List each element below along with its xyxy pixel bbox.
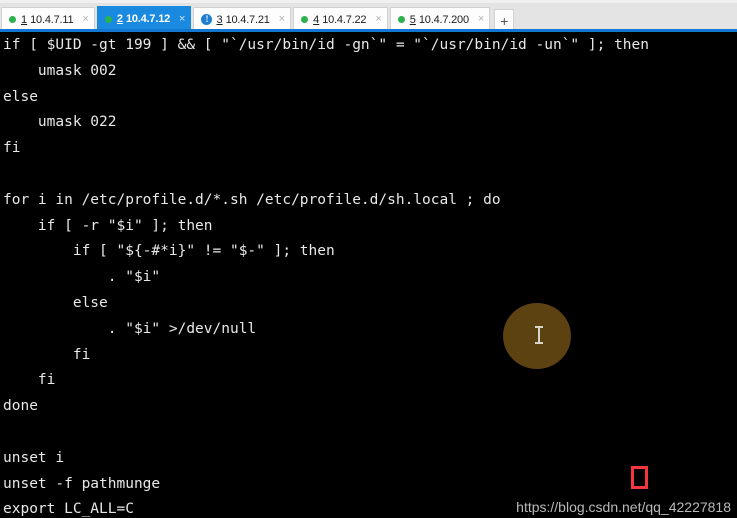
terminal-line: for i in /etc/profile.d/*.sh /etc/profil… [3, 191, 501, 208]
tab-host-label: 10.4.7.12 [125, 13, 171, 25]
tab-10.4.7.12[interactable]: 2 10.4.7.12 × [96, 6, 192, 31]
terminal-line: umask 022 [3, 114, 117, 131]
terminal-line: if [ $UID -gt 199 ] && [ "`/usr/bin/id -… [3, 37, 650, 53]
tab-index-label: 4 [313, 13, 320, 26]
tab-host-label: 10.4.7.11 [30, 13, 74, 26]
terminal-line: fi [3, 140, 21, 157]
tab-host-label: 10.4.7.22 [322, 13, 367, 26]
status-dot-icon [301, 16, 309, 23]
tab-index-label: 2 [116, 13, 123, 25]
tab-close-icon[interactable]: × [82, 14, 88, 25]
terminal-line: umask 002 [3, 62, 117, 79]
terminal-line: unset i [3, 449, 65, 466]
terminal-line: fi [3, 372, 56, 389]
tab-close-icon[interactable]: × [478, 14, 484, 25]
tab-10.4.7.11[interactable]: 1 10.4.7.11 × [1, 7, 95, 31]
tab-10.4.7.22[interactable]: 4 10.4.7.22 × [293, 7, 388, 31]
tab-host-label: 10.4.7.21 [225, 13, 270, 26]
terminal-line: done [3, 398, 38, 415]
tab-close-icon[interactable]: × [375, 14, 381, 25]
terminal-line: else [3, 88, 38, 105]
watermark-url: https://blog.csdn.net/qq_42227818 [516, 499, 731, 515]
terminal-line: fi [3, 346, 91, 363]
tab-bar: 1 10.4.7.11 × 2 10.4.7.12 ×! 3 10.4.7.21 × 4 10.4.… [0, 4, 737, 31]
terminal-line: unset -f pathmunge [3, 475, 161, 492]
status-dot-icon [9, 16, 16, 23]
tab-index-label: 3 [216, 13, 223, 26]
status-dot-icon [104, 15, 112, 23]
terminal-line: if [ -r "$i" ]; then [3, 217, 213, 234]
terminal-output: if [ $UID -gt 199 ] && [ "`/usr/bin/id -… [3, 33, 649, 518]
terminal-app-window: 1 10.4.7.11 × 2 10.4.7.12 ×! 3 10.4.7.21 × 4 10.4.… [0, 0, 737, 518]
tab-close-icon[interactable]: × [279, 14, 285, 25]
tab-host-label: 10.4.7.200 [418, 13, 469, 26]
new-tab-button[interactable]: + [494, 9, 515, 31]
tab-index-label: 5 [409, 13, 416, 26]
terminal-pane[interactable]: if [ $UID -gt 199 ] && [ "`/usr/bin/id -… [0, 32, 737, 518]
terminal-line: if [ "${-#*i}" != "$-" ]; then [3, 243, 335, 260]
terminal-line: . "$i" [3, 269, 161, 286]
tab-10.4.7.21[interactable]: ! 3 10.4.7.21 × [193, 7, 292, 31]
status-dot-icon [397, 16, 405, 23]
tab-index-label: 1 [21, 13, 28, 26]
tab-10.4.7.200[interactable]: 5 10.4.7.200 × [389, 7, 491, 31]
terminal-line: . "$i" >/dev/null [3, 320, 257, 337]
alert-info-icon: ! [201, 14, 213, 25]
tab-close-icon[interactable]: × [179, 13, 185, 25]
terminal-line: else [3, 294, 108, 311]
